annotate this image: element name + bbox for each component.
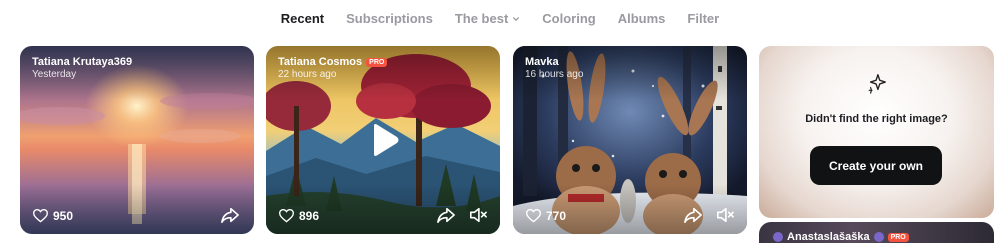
heart-emoji-icon <box>873 232 884 242</box>
post-time: 16 hours ago <box>525 69 584 80</box>
feed-tabs: Recent Subscriptions The best Coloring A… <box>0 11 1000 26</box>
author-name[interactable]: Tatiana Cosmos <box>278 56 362 68</box>
card-author[interactable]: Mavka <box>525 56 559 68</box>
pro-badge: PRO <box>366 57 388 67</box>
share-button[interactable] <box>220 206 240 224</box>
mute-button[interactable] <box>715 206 735 224</box>
share-icon <box>437 207 455 224</box>
card-author[interactable]: Anastaslašaška PRO <box>773 231 909 243</box>
card-author[interactable]: Tatiana Cosmos PRO <box>278 56 388 68</box>
author-name[interactable]: Tatiana Krutaya369 <box>32 56 132 68</box>
mute-icon <box>716 207 734 223</box>
tab-coloring[interactable]: Coloring <box>542 11 595 26</box>
like-count: 896 <box>299 208 320 223</box>
tab-label: Subscriptions <box>346 11 433 26</box>
pro-badge: PRO <box>887 232 909 242</box>
image-card[interactable]: Tatiana Krutaya369 Yesterday 950 <box>20 46 254 234</box>
heart-icon <box>278 209 295 223</box>
author-name[interactable]: Anastaslašaška <box>787 231 870 243</box>
share-icon <box>684 207 702 224</box>
chevron-down-icon <box>513 16 520 21</box>
sparkles-icon <box>868 74 886 94</box>
image-card[interactable]: Tatiana Cosmos PRO 22 hours ago 896 <box>266 46 500 234</box>
tab-label: Recent <box>280 11 325 26</box>
post-time: 22 hours ago <box>278 69 337 80</box>
tab-label: Coloring <box>542 11 596 26</box>
card-author[interactable]: Tatiana Krutaya369 <box>32 56 132 68</box>
tab-recent[interactable]: Recent <box>281 11 324 26</box>
like-count: 770 <box>546 208 567 223</box>
image-card[interactable]: Anastaslašaška PRO <box>759 222 994 243</box>
like-button[interactable]: 950 <box>32 208 73 223</box>
tab-label: Albums <box>617 11 666 26</box>
tab-filter[interactable]: Filter <box>687 11 719 26</box>
promo-question: Didn't find the right image? <box>805 113 948 125</box>
tab-the-best[interactable]: The best <box>455 11 520 26</box>
play-icon[interactable] <box>365 122 401 158</box>
create-promo-card: Didn't find the right image? Create your… <box>759 46 994 218</box>
like-button[interactable]: 896 <box>278 208 319 223</box>
like-count: 950 <box>53 208 74 223</box>
mute-button[interactable] <box>468 206 488 224</box>
image-card[interactable]: Mavka 16 hours ago 770 <box>513 46 747 234</box>
heart-icon <box>32 209 49 223</box>
share-button[interactable] <box>683 206 703 224</box>
heart-icon <box>525 209 542 223</box>
share-button[interactable] <box>436 206 456 224</box>
like-button[interactable]: 770 <box>525 208 566 223</box>
tab-subscriptions[interactable]: Subscriptions <box>346 11 433 26</box>
mute-icon <box>469 207 487 223</box>
share-icon <box>221 207 239 224</box>
heart-emoji-icon <box>773 232 783 242</box>
author-name[interactable]: Mavka <box>525 56 559 68</box>
create-your-own-button[interactable]: Create your own <box>810 146 942 185</box>
tab-albums[interactable]: Albums <box>618 11 666 26</box>
post-time: Yesterday <box>32 69 77 80</box>
tab-label: Filter <box>687 11 720 26</box>
tab-label: The best <box>454 11 509 26</box>
